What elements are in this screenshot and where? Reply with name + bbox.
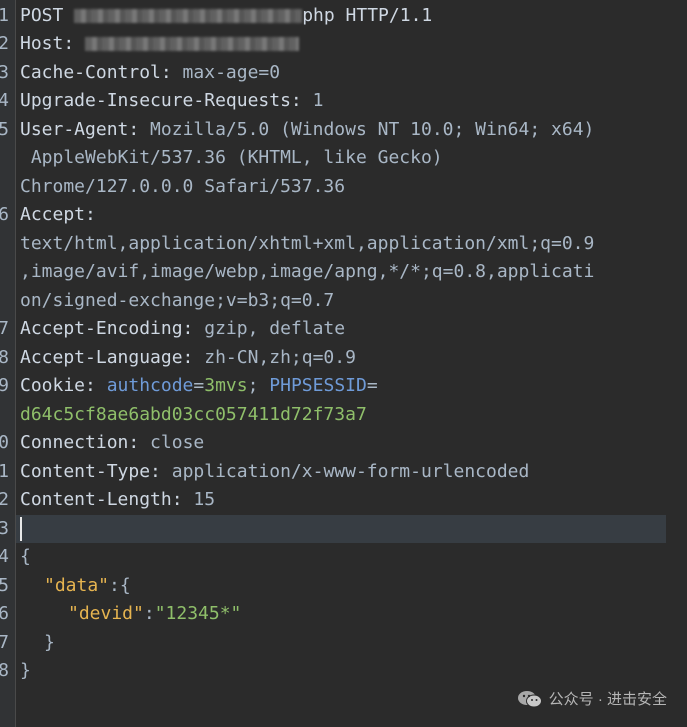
json-key: "data" <box>44 575 110 596</box>
user-agent-continuation: AppleWebKit/537.36 (KHTML, like Gecko) <box>20 147 443 168</box>
connection-header: Connection: close <box>20 432 205 453</box>
line-number: 4 <box>0 546 9 567</box>
json-brace: } <box>20 660 31 681</box>
line-number: 6 <box>0 204 9 225</box>
upgrade-insecure-requests-header: Upgrade-Insecure-Requests: 1 <box>20 90 324 111</box>
accept-encoding-header: Accept-Encoding: gzip, deflate <box>20 318 346 339</box>
redacted-host <box>85 37 300 51</box>
cookie-name: PHPSESSID <box>269 375 367 396</box>
accept-value: on/signed-exchange;v=b3;q=0.7 <box>20 290 335 311</box>
accept-value: text/html,application/xhtml+xml,applicat… <box>20 233 595 254</box>
user-agent-header: User-Agent: Mozilla/5.0 (Windows NT 10.0… <box>20 119 595 140</box>
line-number: 2 <box>0 33 9 54</box>
redacted-path <box>74 9 303 23</box>
wechat-icon <box>517 690 542 707</box>
request-line: POST php HTTP/1.1 <box>20 5 433 26</box>
line-number: 4 <box>0 90 9 111</box>
line-number: 3 <box>0 518 9 539</box>
line-number: 8 <box>0 347 9 368</box>
json-brace: } <box>44 632 55 653</box>
accept-language-header: Accept-Language: zh-CN,zh;q=0.9 <box>20 347 356 368</box>
json-string-value: "12345*" <box>154 603 242 624</box>
line-number: 9 <box>0 375 9 396</box>
json-key: "devid" <box>68 603 144 624</box>
watermark: 公众号 · 进击安全 <box>517 688 667 709</box>
user-agent-continuation: Chrome/127.0.0.0 Safari/537.36 <box>20 176 346 197</box>
line-number: 5 <box>0 575 9 596</box>
cookie-value: d64c5cf8ae6abd03cc057411d72f73a7 <box>20 404 367 425</box>
current-line-highlight <box>16 515 666 543</box>
line-number: 1 <box>0 461 9 482</box>
cookie-value: 3mvs <box>204 375 248 396</box>
line-number: 7 <box>0 318 9 339</box>
line-number: 8 <box>0 660 9 681</box>
line-number: 7 <box>0 632 9 653</box>
line-number: 5 <box>0 119 9 140</box>
text-cursor <box>20 517 22 541</box>
cookie-header: Cookie: authcode=3mvs; PHPSESSID= <box>20 375 378 396</box>
line-number: 2 <box>0 489 9 510</box>
line-number: 6 <box>0 603 9 624</box>
accept-header: Accept: <box>20 204 96 225</box>
accept-value: ,image/avif,image/webp,image/apng,*/*;q=… <box>20 261 595 282</box>
json-data-line: "data":{ <box>44 575 131 596</box>
json-devid-line: "devid":"12345*" <box>68 603 242 624</box>
host-header: Host: <box>20 30 687 59</box>
watermark-text: 公众号 · 进击安全 <box>548 691 667 708</box>
cookie-name: authcode <box>106 375 194 396</box>
line-number: 3 <box>0 62 9 83</box>
cache-control-header: Cache-Control: max-age=0 <box>20 62 281 83</box>
http-request-editor[interactable]: 1 2 3 4 5 6 7 8 9 0 1 2 3 4 5 6 7 8 POST… <box>0 0 687 727</box>
line-number: 0 <box>0 432 9 453</box>
line-number: 1 <box>0 5 9 26</box>
json-brace: { <box>20 546 31 567</box>
content-type-header: Content-Type: application/x-www-form-url… <box>20 461 530 482</box>
content-length-header: Content-Length: 15 <box>20 489 216 510</box>
